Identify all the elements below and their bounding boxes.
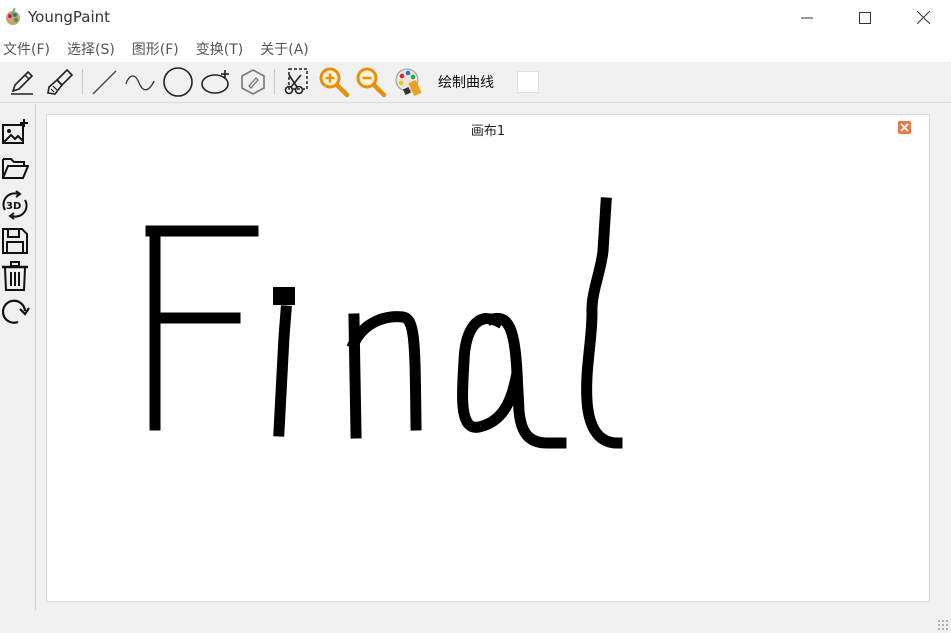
redo-icon xyxy=(1,299,30,324)
resize-grip-icon[interactable] xyxy=(937,619,949,631)
close-window-button[interactable] xyxy=(894,0,951,35)
ink-stroke xyxy=(581,197,623,449)
circle-icon xyxy=(163,67,193,97)
close-canvas-button[interactable] xyxy=(898,121,911,134)
toolbar-separator xyxy=(274,69,275,95)
zoom-out-button[interactable] xyxy=(355,66,387,98)
line-icon xyxy=(92,70,117,95)
menu-bar: 文件(F) 选择(S) 图形(F) 变换(T) 关于(A) xyxy=(0,35,951,62)
redo-button[interactable] xyxy=(0,297,30,327)
zoom-out-icon xyxy=(356,67,387,98)
open-folder-icon xyxy=(2,158,29,179)
delete-icon xyxy=(2,261,28,291)
app-title: YoungPaint xyxy=(28,8,111,26)
lasso-icon xyxy=(201,70,229,94)
circle-tool-button[interactable] xyxy=(162,66,194,98)
new-image-icon xyxy=(2,119,28,144)
current-tool-label: 绘制曲线 xyxy=(438,75,494,91)
save-icon xyxy=(2,228,28,254)
ink-stroke xyxy=(273,305,292,437)
palette-icon xyxy=(395,68,422,96)
menu-about[interactable]: 关于(A) xyxy=(257,39,317,59)
menu-file[interactable]: 文件(F) xyxy=(0,39,58,59)
vertical-scrollbar[interactable] xyxy=(929,104,943,610)
palette-button[interactable] xyxy=(393,66,425,98)
save-button[interactable] xyxy=(0,226,30,256)
close-icon xyxy=(916,11,930,24)
delete-button[interactable] xyxy=(0,261,30,291)
close-icon xyxy=(900,123,909,132)
line-tool-button[interactable] xyxy=(88,66,120,98)
zoom-in-button[interactable] xyxy=(318,66,350,98)
ink-strokes xyxy=(145,197,623,449)
brush-tool-button[interactable] xyxy=(44,66,76,98)
canvas-tab-title: 画布1 xyxy=(470,124,506,139)
minimize-icon xyxy=(801,17,813,18)
brush-icon xyxy=(47,68,74,95)
menu-select[interactable]: 选择(S) xyxy=(64,39,123,59)
ink-stroke xyxy=(346,311,422,431)
rotate-3d-icon: 3D xyxy=(2,190,28,220)
maximize-button[interactable] xyxy=(836,0,894,35)
new-image-button[interactable] xyxy=(0,117,30,147)
cut-icon xyxy=(284,68,308,95)
eraser-icon xyxy=(241,69,265,95)
cut-tool-button[interactable] xyxy=(280,66,312,98)
open-folder-button[interactable] xyxy=(0,153,30,183)
eraser-tool-button[interactable] xyxy=(237,66,269,98)
ink-dot xyxy=(273,287,295,305)
pencil-tool-button[interactable] xyxy=(6,66,38,98)
svg-text:3D: 3D xyxy=(6,201,21,212)
title-bar: YoungPaint xyxy=(0,0,951,35)
side-toolbar: 3D xyxy=(0,104,36,610)
zoom-in-icon xyxy=(319,67,350,98)
rotate-3d-button[interactable]: 3D xyxy=(0,190,30,220)
current-color-swatch[interactable] xyxy=(517,71,539,93)
curve-icon xyxy=(125,75,155,91)
lasso-tool-button[interactable] xyxy=(200,66,232,98)
curve-tool-button[interactable] xyxy=(124,66,156,98)
pencil-icon xyxy=(11,70,34,95)
app-logo-icon xyxy=(6,8,20,25)
minimize-button[interactable] xyxy=(778,0,836,35)
menu-shape[interactable]: 图形(F) xyxy=(129,39,187,59)
canvas-window: 画布1 xyxy=(46,114,930,602)
menu-transform[interactable]: 变换(T) xyxy=(193,39,251,59)
maximize-icon xyxy=(859,11,871,24)
status-bar xyxy=(0,610,951,633)
toolbar-separator xyxy=(82,69,83,95)
drawing-canvas[interactable] xyxy=(47,141,929,601)
